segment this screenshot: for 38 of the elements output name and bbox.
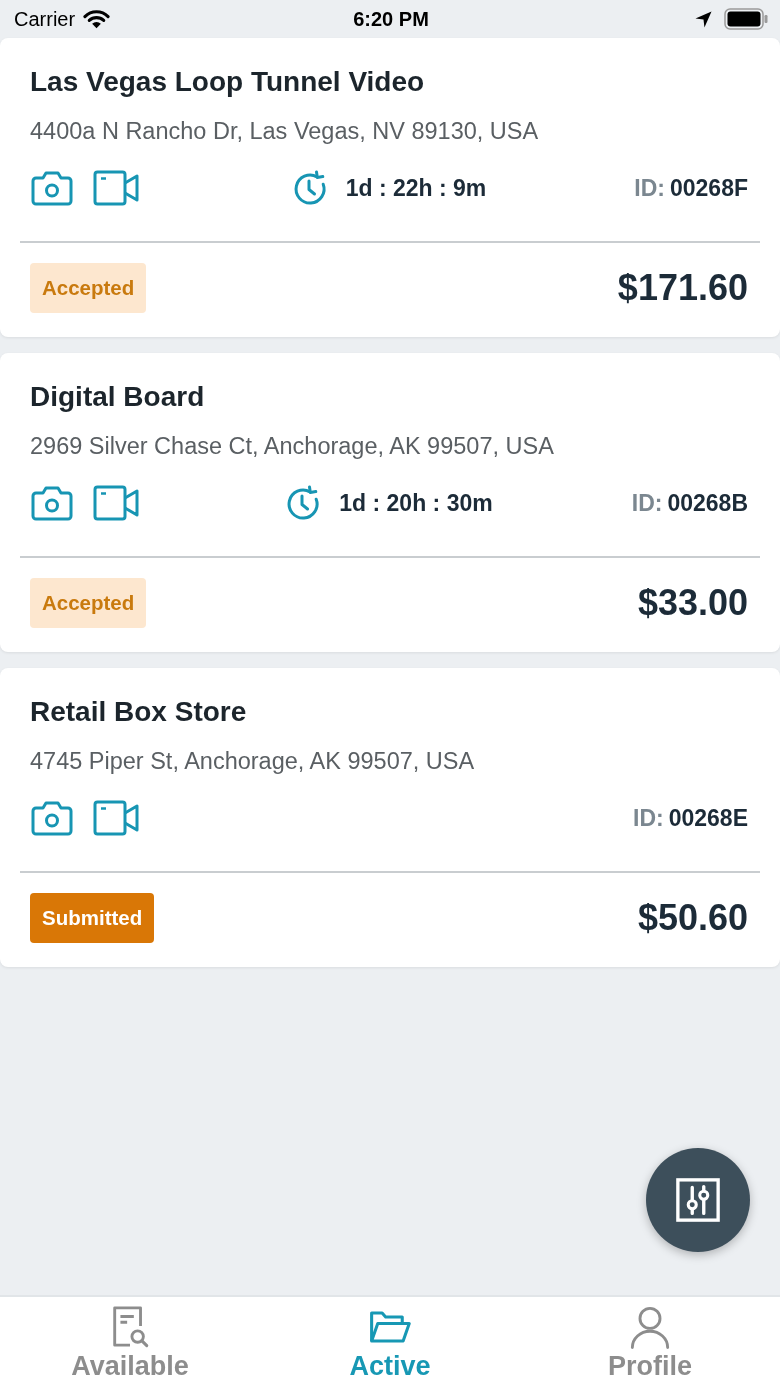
job-price: $171.60 (617, 267, 748, 309)
job-address: 4400a N Rancho Dr, Las Vegas, NV 89130, USA (30, 117, 540, 146)
job-title: Digital Board (30, 380, 206, 414)
job-price: $33.00 (637, 582, 748, 624)
status-badge: Accepted (30, 263, 147, 313)
location-arrow-icon (695, 10, 712, 28)
wifi-icon (83, 9, 111, 29)
video-camera-icon (93, 799, 139, 837)
id-label: ID: (634, 174, 665, 202)
status-badge: Accepted (30, 578, 147, 628)
id-label: ID: (633, 804, 664, 832)
clock-icon (285, 485, 322, 521)
id-label: ID: (631, 489, 663, 517)
person-icon (629, 1305, 671, 1349)
job-address: 4745 Piper St, Anchorage, AK 99507, USA (30, 747, 476, 776)
job-title: Las Vegas Loop Tunnel Video (30, 65, 426, 99)
job-id: 00268B (667, 489, 748, 517)
job-card[interactable]: Retail Box Store 4745 Piper St, Anchorage, AK 99507, USA ID: 00268E Submitted $50.60 (0, 668, 780, 967)
camera-icon (30, 799, 74, 837)
video-camera-icon (93, 169, 139, 207)
sliders-icon (675, 1177, 721, 1223)
time-remaining: 1d : 20h : 30m (339, 489, 493, 517)
battery-icon (724, 8, 768, 30)
camera-icon (30, 484, 74, 522)
filter-button[interactable] (646, 1148, 750, 1252)
time-remaining: 1d : 22h : 9m (345, 174, 487, 202)
job-id: 00268E (668, 804, 748, 832)
job-price: $50.60 (637, 897, 748, 939)
video-camera-icon (93, 484, 139, 522)
carrier-name: Carrier (14, 7, 76, 31)
clock-time: 6:20 PM (353, 7, 429, 31)
job-card[interactable]: Las Vegas Loop Tunnel Video 4400a N Rancho Dr, Las Vegas, NV 89130, USA 1d : 22h : 9m ID: 00268F Accepted $171.60 (0, 38, 780, 337)
job-id: 00268F (670, 174, 748, 202)
job-title: Retail Box Store (30, 695, 248, 729)
job-card[interactable]: Digital Board 2969 Silver Chase Ct, Anchorage, AK 99507, USA 1d : 20h : 30m ID: 00268B Accepted $33.00 (0, 353, 780, 652)
camera-icon (30, 169, 74, 207)
status-badge: Submitted (30, 893, 155, 943)
job-address: 2969 Silver Chase Ct, Anchorage, AK 99507, USA (30, 432, 555, 461)
